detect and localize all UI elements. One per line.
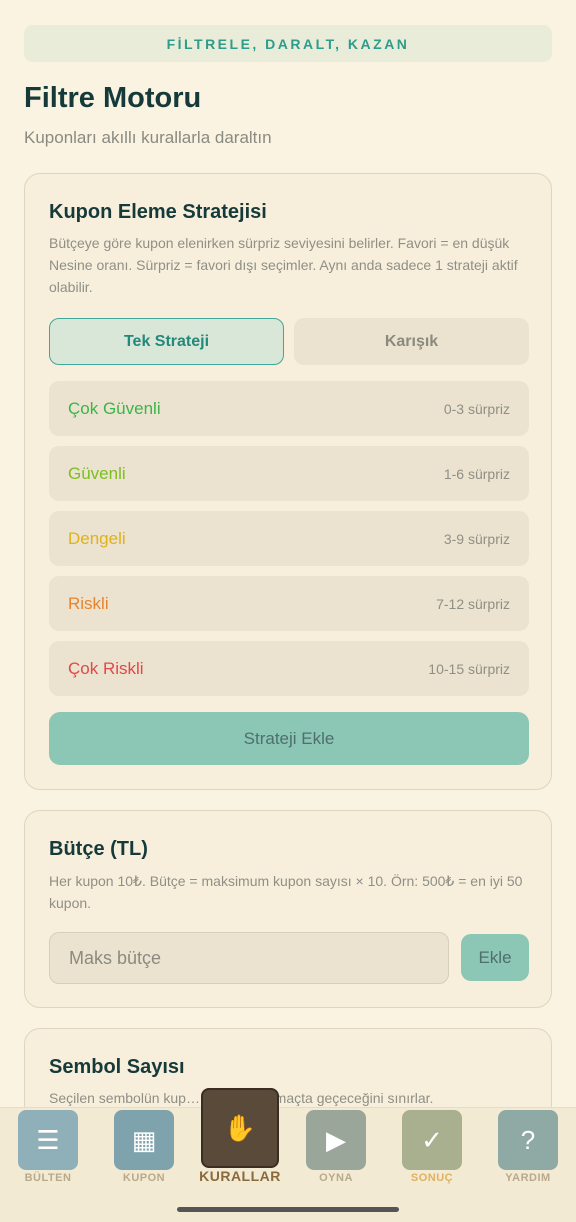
- symbol-card-description: Seçilen sembolün kup… en çok kaç maçta g…: [49, 1090, 434, 1106]
- strategy-option-safe[interactable]: Güvenli 1-6 sürpriz: [49, 446, 529, 501]
- symbol-card-title: Sembol Sayısı: [49, 1056, 185, 1078]
- budget-card-description: Her kupon 10₺. Bütçe = maksimum kupon sa…: [49, 873, 523, 911]
- strategy-option-range: 1-6 sürpriz: [443, 465, 510, 482]
- home-indicator: [177, 1207, 399, 1212]
- strategy-card-description: Bütçeye göre kupon elenirken sürpriz sev…: [49, 235, 518, 295]
- play-icon: ▶: [306, 1110, 366, 1170]
- budget-card: Bütçe (TL) Her kupon 10₺. Bütçe = maksim…: [24, 810, 552, 1008]
- page-title: Filtre Motoru: [24, 82, 202, 114]
- strategy-option-label: Güvenli: [68, 463, 126, 483]
- nav-label: KURALLAR: [199, 1168, 281, 1184]
- page-subtitle: Kuponları akıllı kurallarla daraltın: [24, 128, 272, 147]
- coupon-icon: ▦: [114, 1110, 174, 1170]
- bottom-nav: ☰ BÜLTEN ▦ KUPON ✋ KURALLAR ▶ OYNA ✓ SON…: [0, 1088, 576, 1222]
- strategy-option-very-risky[interactable]: Çok Riskli 10-15 sürpriz: [49, 641, 529, 696]
- nav-result[interactable]: ✓ SONUÇ: [384, 1108, 480, 1193]
- strategy-option-range: 10-15 sürpriz: [428, 660, 510, 677]
- add-strategy-button[interactable]: Strateji Ekle: [49, 712, 529, 765]
- strategy-option-label: Çok Riskli: [68, 658, 144, 678]
- strategy-option-range: 3-9 sürpriz: [443, 530, 510, 547]
- nav-label: SONUÇ: [410, 1172, 454, 1184]
- help-icon: ?: [498, 1110, 558, 1170]
- nav-bulletin[interactable]: ☰ BÜLTEN: [0, 1108, 96, 1193]
- max-budget-input[interactable]: Maks bütçe: [49, 932, 449, 984]
- rules-icon: ✋: [201, 1088, 279, 1168]
- strategy-option-label: Çok Güvenli: [68, 398, 161, 418]
- budget-card-title: Bütçe (TL): [49, 838, 148, 860]
- strategy-card: Kupon Eleme Stratejisi Bütçeye göre kupo…: [24, 173, 552, 790]
- nav-rules[interactable]: ✋ KURALLAR: [192, 1088, 288, 1193]
- tab-mixed[interactable]: Karışık: [294, 318, 529, 365]
- tab-single-strategy[interactable]: Tek Strateji: [49, 318, 284, 365]
- nav-label: YARDIM: [505, 1172, 551, 1184]
- strategy-option-very-safe[interactable]: Çok Güvenli 0-3 sürpriz: [49, 381, 529, 436]
- nav-label: OYNA: [319, 1172, 353, 1184]
- strategy-option-label: Riskli: [68, 593, 109, 613]
- strategy-option-range: 7-12 sürpriz: [436, 595, 510, 612]
- nav-label: KUPON: [122, 1172, 166, 1184]
- promo-banner: FİLTRELE, DARALT, KAZAN: [24, 25, 552, 62]
- result-icon: ✓: [402, 1110, 462, 1170]
- add-budget-button[interactable]: Ekle: [461, 934, 529, 981]
- bulletin-icon: ☰: [18, 1110, 78, 1170]
- strategy-option-risky[interactable]: Riskli 7-12 sürpriz: [49, 576, 529, 631]
- strategy-option-range: 0-3 sürpriz: [443, 400, 510, 417]
- strategy-option-label: Dengeli: [68, 528, 126, 548]
- nav-help[interactable]: ? YARDIM: [480, 1108, 576, 1193]
- strategy-option-balanced[interactable]: Dengeli 3-9 sürpriz: [49, 511, 529, 566]
- nav-play[interactable]: ▶ OYNA: [288, 1108, 384, 1193]
- nav-coupon[interactable]: ▦ KUPON: [96, 1108, 192, 1193]
- strategy-card-title: Kupon Eleme Stratejisi: [49, 201, 267, 223]
- nav-label: BÜLTEN: [24, 1172, 72, 1184]
